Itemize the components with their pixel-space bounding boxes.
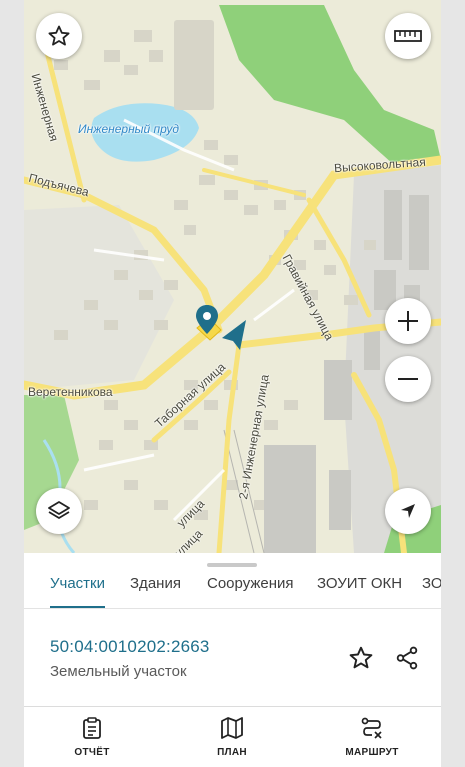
ruler-button[interactable]	[385, 13, 431, 59]
route-icon	[361, 717, 382, 739]
navigation-arrow-icon	[401, 504, 415, 518]
tab-zo[interactable]: ЗО	[422, 575, 441, 608]
info-sheet: Участки Здания Сооружения ЗОУИТ ОКН ЗО 5…	[24, 553, 441, 767]
my-location-button[interactable]	[385, 488, 431, 534]
add-favorite-button[interactable]	[346, 643, 376, 673]
layers-icon	[48, 501, 70, 519]
route-label: МАРШРУТ	[345, 747, 399, 758]
minus-icon	[398, 378, 418, 380]
star-icon	[349, 646, 373, 669]
share-icon	[396, 646, 418, 670]
plan-label: ПЛАН	[217, 747, 247, 758]
report-label: ОТЧЁТ	[74, 747, 110, 758]
report-button[interactable]: ОТЧЁТ	[42, 707, 142, 767]
map-view[interactable]: Инженерный пруд Высоковольтная Гравийная…	[24, 0, 441, 553]
pond-label: Инженерный пруд	[78, 122, 180, 136]
route-button[interactable]: МАРШРУТ	[322, 707, 422, 767]
cadastral-number[interactable]: 50:04:0010202:2663	[50, 637, 210, 657]
tab-parcels[interactable]: Участки	[50, 575, 105, 608]
map-icon	[221, 717, 243, 739]
zoom-in-button[interactable]	[385, 298, 431, 344]
star-icon	[48, 25, 70, 46]
tab-buildings[interactable]: Здания	[130, 575, 181, 608]
ruler-icon	[394, 30, 422, 42]
sheet-drag-handle[interactable]	[207, 563, 257, 567]
app-screen: Инженерный пруд Высоковольтная Гравийная…	[24, 0, 441, 767]
plus-icon	[398, 311, 418, 331]
tab-structures[interactable]: Сооружения	[207, 575, 294, 608]
zoom-out-button[interactable]	[385, 356, 431, 402]
clipboard-icon	[83, 717, 101, 739]
property-type: Земельный участок	[50, 663, 187, 680]
street-label: Веретенникова	[28, 385, 113, 399]
favorites-button[interactable]	[36, 13, 82, 59]
bottom-navigation: ОТЧЁТ ПЛАН МАРШРУТ	[24, 706, 441, 767]
share-button[interactable]	[392, 643, 422, 673]
plan-button[interactable]: ПЛАН	[182, 707, 282, 767]
tab-zouit-okn[interactable]: ЗОУИТ ОКН	[317, 575, 402, 608]
layers-button[interactable]	[36, 488, 82, 534]
layer-tabs: Участки Здания Сооружения ЗОУИТ ОКН ЗО	[24, 571, 441, 609]
map-canvas[interactable]	[24, 0, 441, 553]
